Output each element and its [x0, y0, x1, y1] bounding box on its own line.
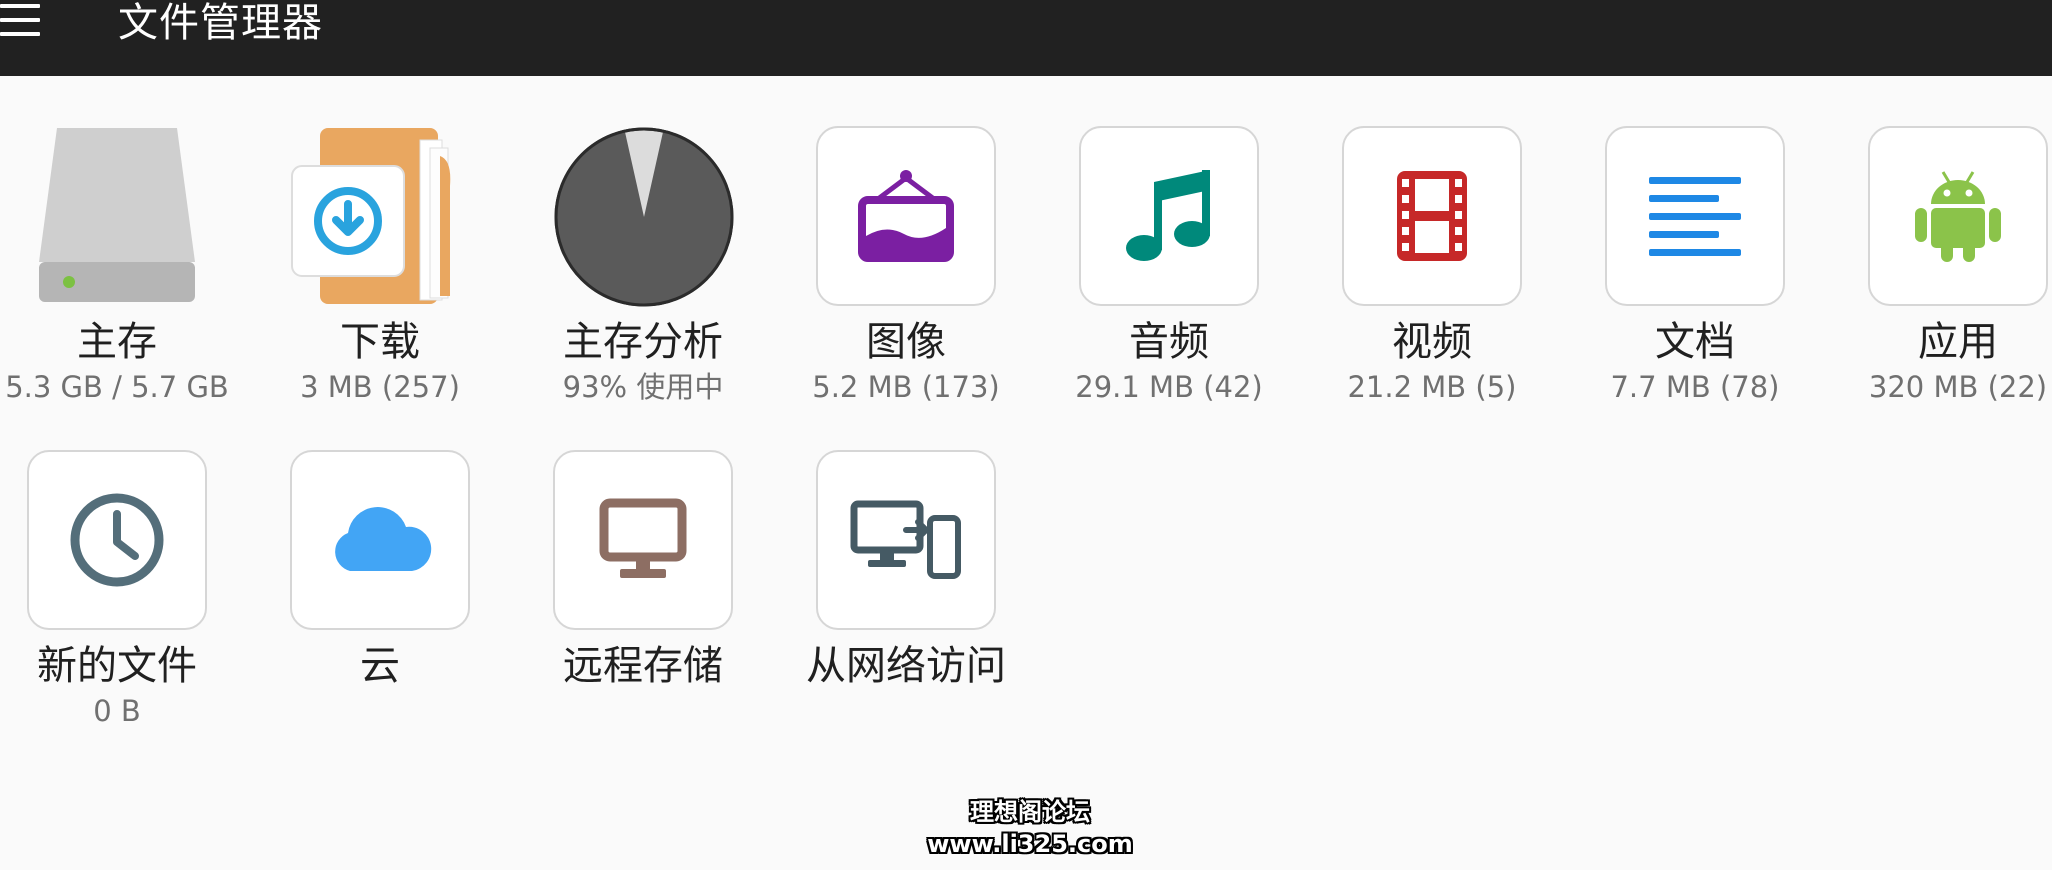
- tile-label: 远程存储: [563, 643, 723, 689]
- watermark: 理想阁论坛 www.li325.com: [920, 796, 1140, 860]
- tile-label: 新的文件: [37, 643, 197, 689]
- android-icon: [1915, 171, 2001, 262]
- app-bar: 文件管理器: [0, 0, 2052, 76]
- tile-video[interactable]: 视频 21.2 MB (5): [1301, 126, 1563, 406]
- clock-icon: [70, 493, 164, 587]
- tile-subtitle: 5.2 MB (173): [812, 370, 1000, 404]
- tile-recent-files[interactable]: 新的文件 0 B: [0, 450, 248, 730]
- tile-subtitle: 320 MB (22): [1868, 370, 2048, 404]
- tile-subtitle: 0 B: [93, 694, 141, 728]
- tile-documents[interactable]: 文档 7.7 MB (78): [1564, 126, 1826, 406]
- image-frame-icon: [858, 170, 954, 262]
- tile-downloads[interactable]: 下载 3 MB (257): [249, 126, 511, 406]
- hard-drive-icon: [39, 128, 195, 302]
- menu-button[interactable]: [0, 0, 60, 50]
- file-manager-screen: 文件管理器 主存 5.3 GB / 5.7 GB 下载 3 MB (257) 主…: [0, 0, 2054, 870]
- tile-label: 从网络访问: [806, 643, 1006, 689]
- tile-subtitle: 5.3 GB / 5.7 GB: [5, 370, 229, 404]
- download-folder-icon: [291, 128, 451, 304]
- storage-pie-icon: [554, 127, 734, 307]
- tile-network-access[interactable]: 从网络访问: [775, 450, 1037, 692]
- tile-subtitle: 93% 使用中: [562, 370, 724, 404]
- music-note-icon: [1126, 170, 1210, 261]
- network-devices-icon: [850, 500, 961, 579]
- tile-images[interactable]: 图像 5.2 MB (173): [775, 126, 1037, 406]
- tile-subtitle: 7.7 MB (78): [1610, 370, 1780, 404]
- app-title: 文件管理器: [118, 0, 323, 46]
- tile-remote-storage[interactable]: 远程存储: [512, 450, 774, 692]
- tile-label: 文档: [1655, 319, 1735, 365]
- tile-label: 音频: [1129, 319, 1209, 365]
- tile-primary-storage[interactable]: 主存 5.3 GB / 5.7 GB: [0, 126, 248, 406]
- document-lines-icon: [1649, 177, 1741, 256]
- tile-label: 主存: [77, 319, 157, 365]
- tile-subtitle: 3 MB (257): [300, 370, 460, 404]
- tile-subtitle: 21.2 MB (5): [1347, 370, 1517, 404]
- monitor-icon: [599, 498, 687, 578]
- tile-label: 应用: [1918, 319, 1998, 365]
- tile-apps[interactable]: 应用 320 MB (22): [1827, 126, 2054, 406]
- watermark-line2: www.li325.com: [927, 830, 1133, 858]
- film-strip-icon: [1397, 171, 1467, 261]
- tile-label: 下载: [340, 319, 420, 365]
- tile-audio[interactable]: 音频 29.1 MB (42): [1038, 126, 1300, 406]
- tile-storage-analysis[interactable]: 主存分析 93% 使用中: [512, 126, 774, 406]
- watermark-line1: 理想阁论坛: [970, 798, 1090, 826]
- tile-label: 图像: [866, 319, 946, 365]
- cloud-icon: [335, 507, 432, 571]
- tile-subtitle: 29.1 MB (42): [1075, 370, 1263, 404]
- tile-cloud[interactable]: 云: [249, 450, 511, 692]
- tile-label: 视频: [1392, 319, 1472, 365]
- tile-label: 云: [360, 643, 400, 689]
- tile-label: 主存分析: [563, 319, 723, 365]
